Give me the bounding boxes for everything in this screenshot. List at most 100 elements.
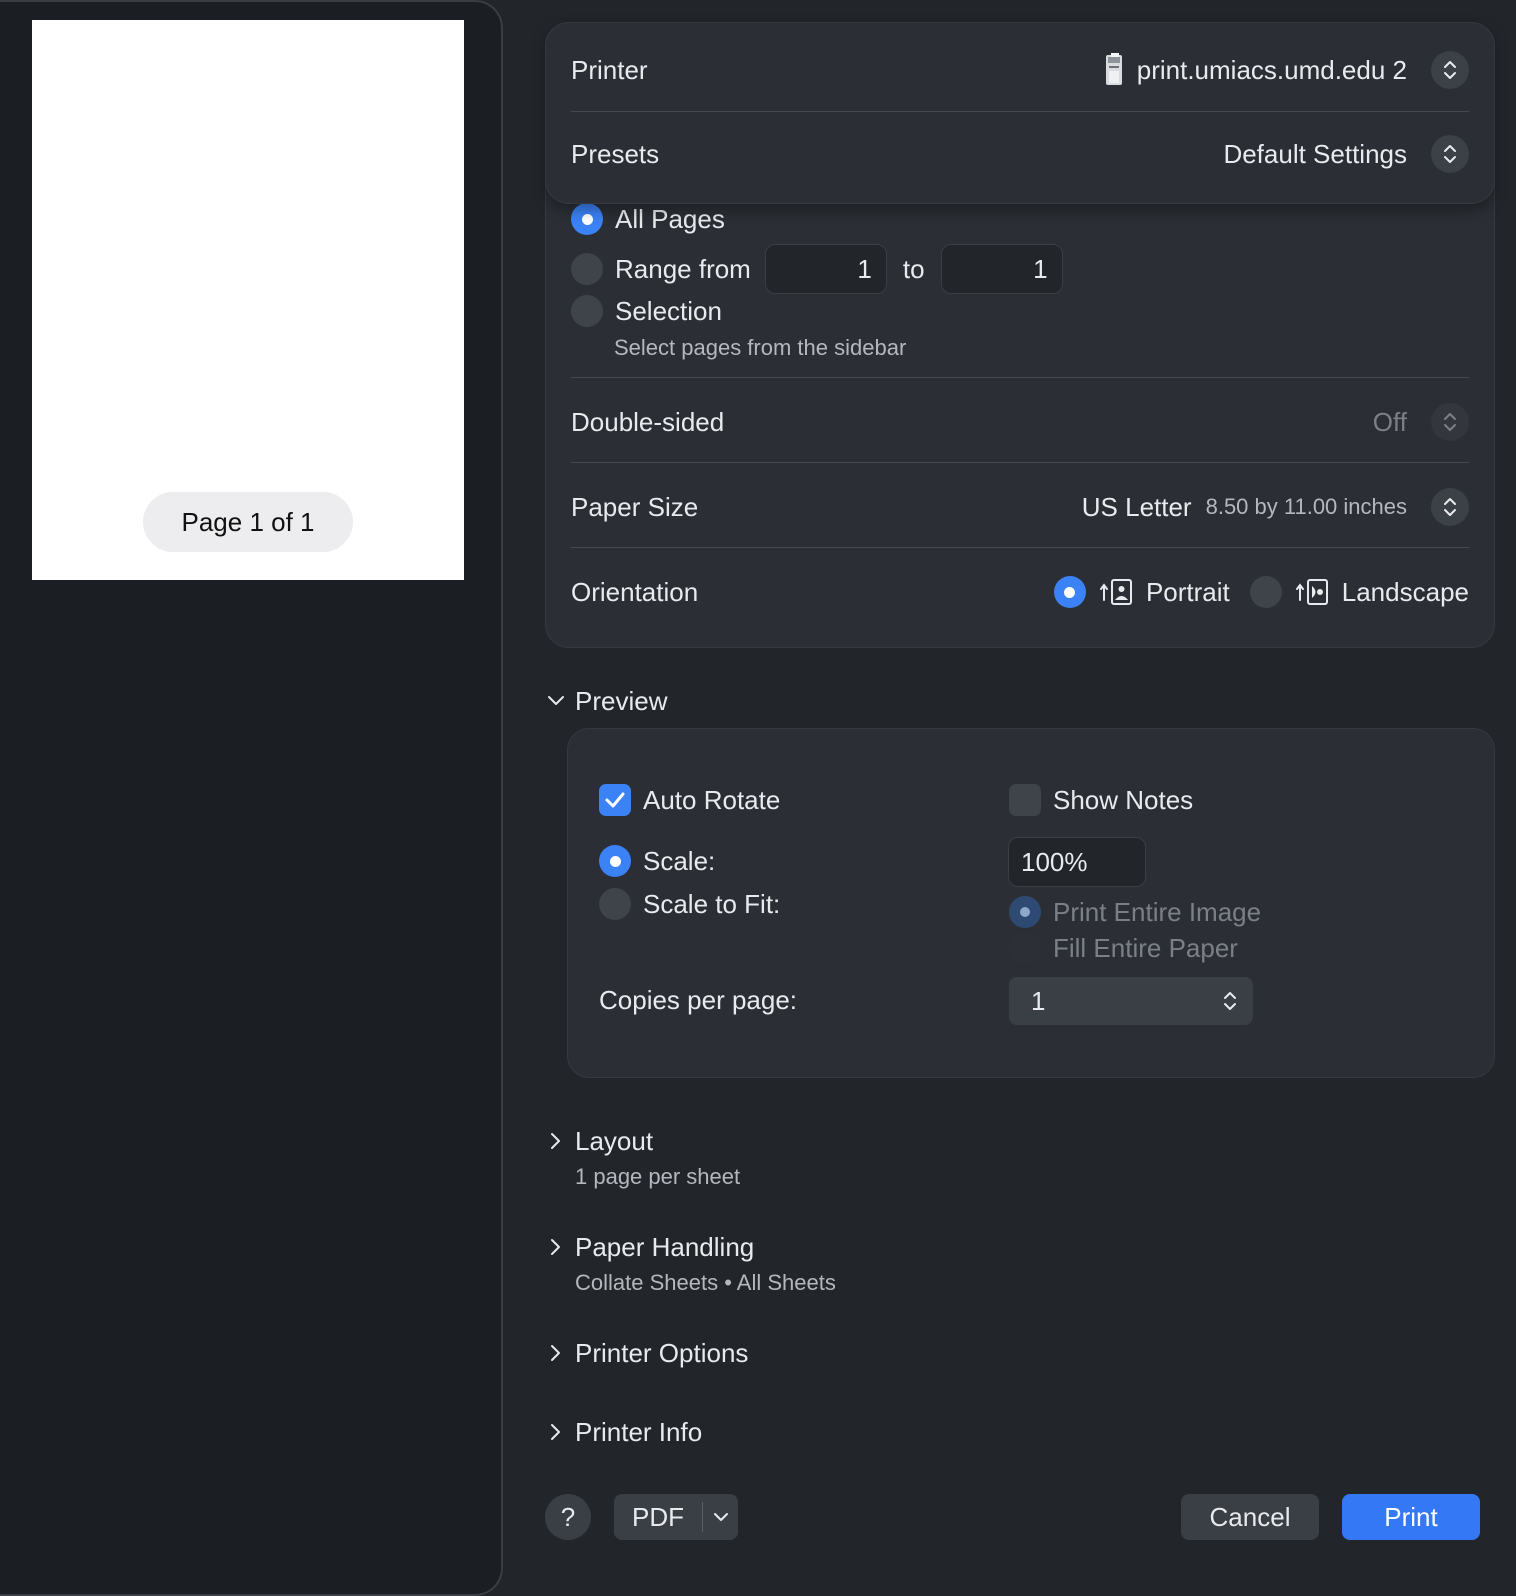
selection-hint: Select pages from the sidebar: [614, 335, 907, 360]
landscape-option[interactable]: Landscape: [1249, 576, 1469, 608]
range-from-input[interactable]: 1: [764, 244, 887, 294]
paper-handling-title: Paper Handling: [575, 1231, 755, 1262]
divider: [571, 111, 1469, 112]
scale-to-fit-option[interactable]: Scale to Fit:: [599, 888, 780, 920]
page-thumbnail[interactable]: Page 1 of 1: [32, 20, 464, 580]
page-indicator: Page 1 of 1: [143, 492, 353, 552]
print-entire-image-radio[interactable]: [1009, 896, 1041, 928]
copies-per-page-value: 1: [1031, 985, 1046, 1016]
printer-options-title: Printer Options: [575, 1337, 749, 1368]
fill-entire-paper-label: Fill Entire Paper: [1053, 932, 1238, 963]
layout-summary: 1 page per sheet: [575, 1164, 741, 1189]
range-radio[interactable]: [571, 253, 603, 285]
printer-info-title: Printer Info: [575, 1416, 703, 1447]
show-notes-option[interactable]: Show Notes: [1009, 784, 1193, 816]
preview-section-toggle[interactable]: Preview: [545, 684, 667, 718]
presets-label: Presets: [571, 138, 660, 169]
chevron-down-icon[interactable]: [703, 1512, 738, 1522]
landscape-icon: [1295, 578, 1330, 606]
paper-size-row: Paper Size US Letter 8.50 by 11.00 inche…: [571, 486, 1469, 528]
presets-value: Default Settings: [1223, 138, 1407, 169]
page-thumbnail-sidebar: Page 1 of 1: [0, 0, 503, 1596]
double-sided-stepper-icon[interactable]: [1431, 403, 1469, 441]
double-sided-select[interactable]: Off: [1373, 403, 1469, 441]
double-sided-row: Double-sided Off: [571, 401, 1469, 443]
range-to-input[interactable]: 1: [940, 244, 1063, 294]
paper-size-label: Paper Size: [571, 491, 699, 522]
landscape-radio[interactable]: [1249, 576, 1282, 608]
copies-stepper-icon: [1223, 990, 1237, 1012]
orientation-options: Portrait Landscape: [1040, 576, 1469, 608]
layout-title: Layout: [575, 1125, 654, 1156]
print-entire-image-option[interactable]: Print Entire Image: [1009, 896, 1261, 928]
pdf-label: PDF: [632, 1501, 684, 1532]
copies-per-page-select[interactable]: 1: [1009, 977, 1253, 1025]
printer-value: print.umiacs.umd.edu 2: [1136, 54, 1407, 85]
printer-icon: [1103, 53, 1125, 87]
orientation-row: Orientation Portrait Landscape: [571, 571, 1469, 613]
selection-option[interactable]: Selection: [571, 293, 722, 329]
portrait-option[interactable]: Portrait: [1053, 576, 1230, 608]
print-button[interactable]: Print: [1342, 1494, 1480, 1540]
scale-radio[interactable]: [599, 845, 631, 877]
cancel-button[interactable]: Cancel: [1181, 1494, 1319, 1540]
scale-to-fit-radio[interactable]: [599, 888, 631, 920]
layout-section-toggle[interactable]: Layout: [545, 1124, 653, 1158]
paper-size-stepper-icon[interactable]: [1431, 488, 1469, 526]
portrait-icon: [1099, 578, 1134, 606]
range-option[interactable]: Range from 1 to 1: [571, 243, 1063, 295]
pdf-menu-button[interactable]: PDF: [614, 1494, 738, 1540]
auto-rotate-checkbox[interactable]: [599, 784, 631, 816]
all-pages-label: All Pages: [615, 203, 725, 234]
all-pages-radio[interactable]: [571, 203, 603, 235]
chevron-down-icon: [545, 690, 567, 712]
print-settings-panel: Printer print.umiacs.umd.edu 2 Presets D…: [545, 0, 1495, 1596]
selection-radio[interactable]: [571, 295, 603, 327]
paper-handling-section-toggle[interactable]: Paper Handling: [545, 1230, 754, 1264]
range-to-label: to: [902, 253, 925, 284]
divider: [571, 377, 1469, 378]
portrait-radio[interactable]: [1053, 576, 1086, 608]
divider: [571, 547, 1469, 548]
all-pages-option[interactable]: All Pages: [571, 201, 725, 237]
auto-rotate-label: Auto Rotate: [643, 784, 781, 815]
printer-presets-card: Printer print.umiacs.umd.edu 2 Presets D…: [545, 22, 1495, 204]
copies-per-page-label: Copies per page:: [599, 985, 798, 1015]
double-sided-value: Off: [1372, 406, 1407, 437]
chevron-right-icon: [545, 1236, 567, 1258]
presets-stepper-icon[interactable]: [1431, 135, 1469, 173]
landscape-label: Landscape: [1341, 576, 1469, 607]
portrait-label: Portrait: [1145, 576, 1230, 607]
divider: [571, 462, 1469, 463]
print-entire-image-label: Print Entire Image: [1053, 896, 1262, 927]
help-button[interactable]: ?: [545, 1494, 591, 1540]
show-notes-label: Show Notes: [1053, 784, 1194, 815]
page-settings-card: All Pages Range from 1 to 1 Selection Se…: [545, 160, 1495, 648]
fill-entire-paper-option[interactable]: Fill Entire Paper: [1009, 932, 1238, 964]
printer-stepper-icon[interactable]: [1431, 51, 1469, 89]
auto-rotate-option[interactable]: Auto Rotate: [599, 784, 780, 816]
printer-options-section-toggle[interactable]: Printer Options: [545, 1336, 748, 1370]
preview-title: Preview: [575, 685, 668, 716]
scale-to-fit-label: Scale to Fit:: [643, 888, 781, 919]
scale-input[interactable]: 100%: [1008, 837, 1146, 887]
chevron-right-icon: [545, 1130, 567, 1152]
scale-option[interactable]: Scale:: [599, 845, 715, 877]
selection-label: Selection: [615, 295, 722, 326]
presets-select[interactable]: Default Settings: [1223, 135, 1469, 173]
paper-handling-summary: Collate Sheets • All Sheets: [575, 1270, 836, 1295]
printer-info-section-toggle[interactable]: Printer Info: [545, 1415, 702, 1449]
paper-size-value: US Letter: [1081, 491, 1192, 522]
scale-label: Scale:: [643, 845, 716, 876]
chevron-right-icon: [545, 1421, 567, 1443]
range-label: Range from: [615, 253, 751, 284]
fill-entire-paper-radio[interactable]: [1009, 932, 1041, 964]
chevron-right-icon: [545, 1342, 567, 1364]
paper-size-detail: 8.50 by 11.00 inches: [1205, 494, 1407, 519]
show-notes-checkbox[interactable]: [1009, 784, 1041, 816]
paper-size-select[interactable]: US Letter 8.50 by 11.00 inches: [1082, 488, 1469, 526]
preview-options-box: Auto Rotate Show Notes Scale: 100% Scale…: [567, 728, 1495, 1078]
orientation-label: Orientation: [571, 576, 699, 607]
printer-select[interactable]: print.umiacs.umd.edu 2: [1103, 51, 1469, 89]
presets-row: Presets Default Settings: [571, 133, 1469, 175]
